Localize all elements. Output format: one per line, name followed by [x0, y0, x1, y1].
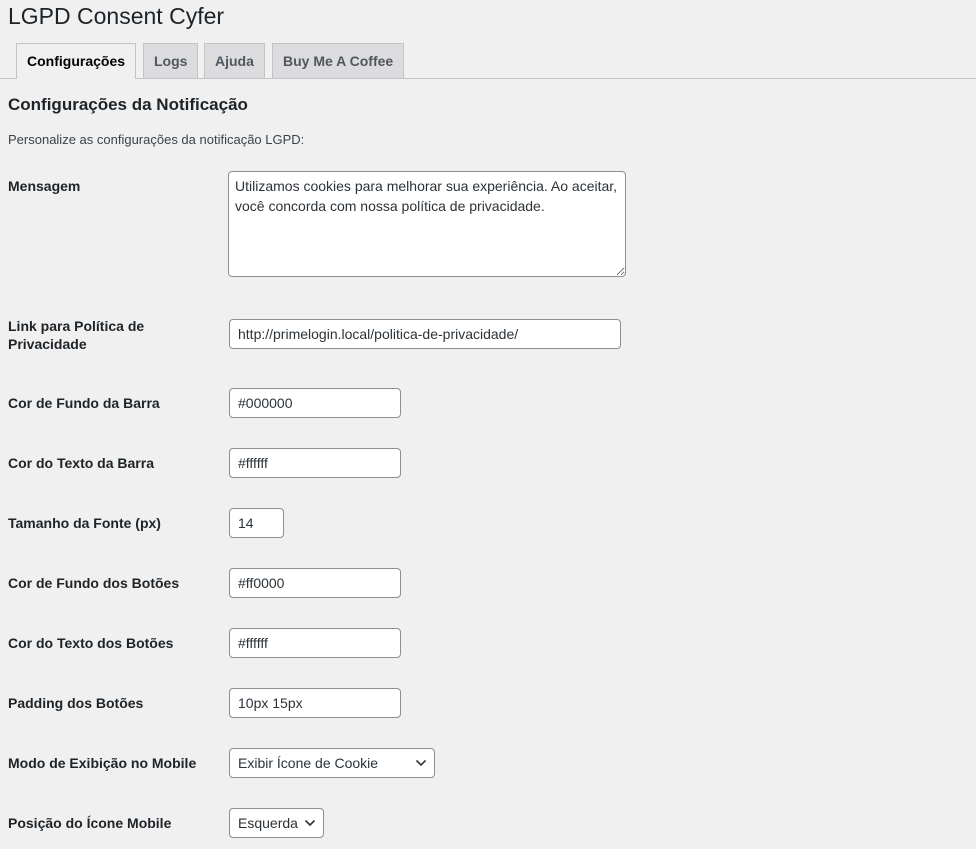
section-description: Personalize as configurações da notifica…: [8, 132, 305, 147]
button-bg-color-input[interactable]: [229, 568, 401, 598]
tab-logs[interactable]: Logs: [143, 43, 199, 78]
tab-buy-me-a-coffee[interactable]: Buy Me A Coffee: [272, 43, 405, 78]
bar-bg-color-label: Cor de Fundo da Barra: [8, 395, 160, 411]
tabs-divider: [0, 78, 976, 79]
button-padding-input[interactable]: [229, 688, 401, 718]
section-title: Configurações da Notificação: [8, 95, 248, 114]
page-title: LGPD Consent Cyfer: [8, 3, 225, 29]
mobile-icon-position-select[interactable]: Esquerda: [229, 808, 324, 838]
tab-configuracoes[interactable]: Configurações: [16, 43, 137, 79]
privacy-link-input[interactable]: [229, 319, 621, 349]
font-size-input[interactable]: [229, 508, 284, 538]
button-text-color-label: Cor do Texto dos Botões: [8, 635, 174, 651]
mobile-display-mode-select[interactable]: Exibir Ícone de Cookie: [229, 748, 435, 778]
tab-ajuda[interactable]: Ajuda: [204, 43, 265, 78]
settings-page: LGPD Consent Cyfer Configurações Logs Aj…: [0, 0, 976, 849]
bar-text-color-label: Cor do Texto da Barra: [8, 455, 154, 471]
font-size-label: Tamanho da Fonte (px): [8, 515, 161, 531]
mobile-icon-position-label: Posição do Ícone Mobile: [8, 815, 172, 831]
message-textarea[interactable]: Utilizamos cookies para melhorar sua exp…: [228, 171, 626, 277]
mobile-icon-position-value: Esquerda: [238, 815, 298, 831]
mobile-display-mode-value: Exibir Ícone de Cookie: [238, 755, 379, 771]
bar-text-color-input[interactable]: [229, 448, 401, 478]
message-label: Mensagem: [8, 178, 81, 194]
chevron-down-icon: [415, 759, 427, 767]
mobile-display-mode-label: Modo de Exibição no Mobile: [8, 755, 197, 771]
button-padding-label: Padding dos Botões: [8, 695, 144, 711]
button-text-color-input[interactable]: [229, 628, 401, 658]
bar-bg-color-input[interactable]: [229, 388, 401, 418]
chevron-down-icon: [304, 819, 316, 827]
privacy-link-label: Link para Política de Privacidade: [8, 318, 145, 352]
button-bg-color-label: Cor de Fundo dos Botões: [8, 575, 180, 591]
